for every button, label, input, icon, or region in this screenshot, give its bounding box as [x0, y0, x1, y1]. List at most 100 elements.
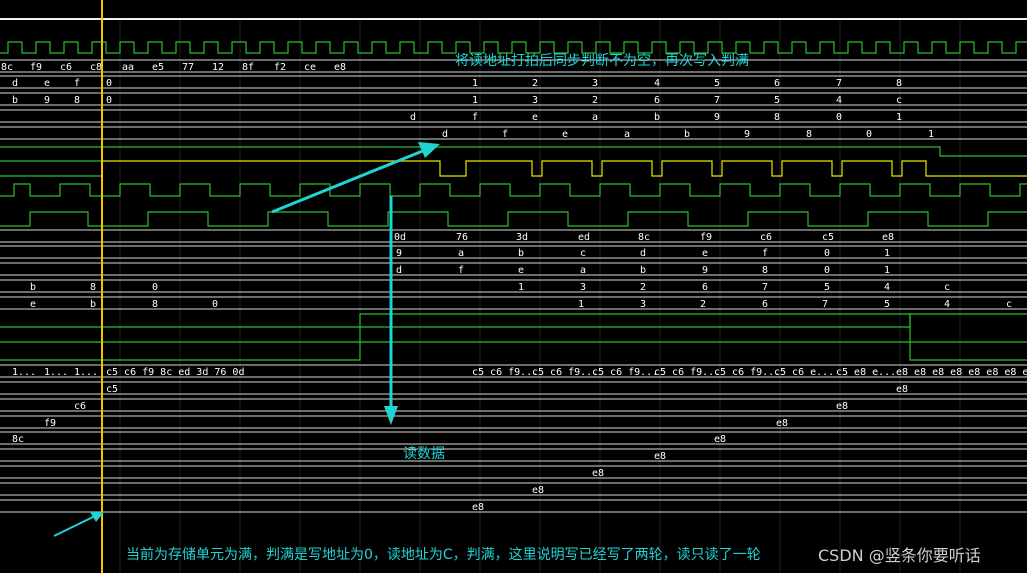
bus-value: 1 — [518, 282, 524, 293]
bus-value: 3 — [592, 78, 598, 89]
bus-value: e8 — [882, 232, 894, 243]
bus-value: 8c — [1, 62, 13, 73]
bus-value: e — [532, 112, 538, 123]
bus-value: ed — [578, 232, 590, 243]
bus-value: f9 — [700, 232, 712, 243]
bus-value: c6 — [760, 232, 772, 243]
bus-value: c8 — [90, 62, 102, 73]
bit-signals — [0, 146, 1027, 361]
bus-value: c5 c6 e... — [774, 367, 834, 378]
bus-value: c6 — [74, 401, 86, 412]
bus-value: 1 — [884, 265, 890, 276]
bus-value: 8f — [242, 62, 254, 73]
bus-value: 4 — [654, 78, 660, 89]
bus-value: 1... — [74, 367, 98, 378]
bus-value: aa — [122, 62, 134, 73]
bus-value: 5 — [774, 95, 780, 106]
bus-value: d — [12, 78, 18, 89]
watermark: CSDN @竖条你要听话 — [818, 546, 981, 565]
bus-value: 7 — [822, 299, 828, 310]
bus-value: e — [44, 78, 50, 89]
bus-value: 7 — [762, 282, 768, 293]
bus-value: c5 c6 f9... — [714, 367, 780, 378]
bus-value: 1... — [12, 367, 36, 378]
bus-value: b — [12, 95, 18, 106]
bus-value: 0 — [824, 248, 830, 259]
bus-value: 8c — [12, 434, 24, 445]
bottom-annotation: 当前为存储单元为满，判满是写地址为0，读地址为C，判满，这里说明写已经写了两轮，… — [126, 547, 761, 563]
bus-value: 7 — [836, 78, 842, 89]
bus-value: c — [580, 248, 586, 259]
bus-value: e8 — [776, 418, 788, 429]
bus-value: 8 — [774, 112, 780, 123]
annotation-arrows — [53, 142, 440, 537]
bus-value: 76 — [456, 232, 468, 243]
bus-value: 2 — [700, 299, 706, 310]
bus-value: f9 — [30, 62, 42, 73]
bus-value: a — [458, 248, 464, 259]
bus-value: b — [30, 282, 36, 293]
bus-value: 5 — [714, 78, 720, 89]
waveform-viewer[interactable]: 8c f9 c6 c8 aa e5 77 12 8f f2 ce e8 d e … — [0, 0, 1027, 573]
bus-value: f — [472, 112, 478, 123]
bus-value: c5 c6 f9... — [654, 367, 720, 378]
bus-value: 9 — [744, 129, 750, 140]
bus-value: e5 — [152, 62, 164, 73]
bus-value: 0 — [824, 265, 830, 276]
bus-value: 1 — [472, 95, 478, 106]
bus-value: 3 — [580, 282, 586, 293]
bus-value: 1... — [44, 367, 68, 378]
bus-value: 5 — [884, 299, 890, 310]
bus-value: c5 c6 f9... — [532, 367, 598, 378]
bus-value: 3 — [640, 299, 646, 310]
bus-value: d — [410, 112, 416, 123]
bus-value: 8 — [806, 129, 812, 140]
bus-value: c — [896, 95, 902, 106]
bus-value: 4 — [884, 282, 890, 293]
bus-value: 3d — [516, 232, 528, 243]
bus-value: d — [442, 129, 448, 140]
bus-value: 77 — [182, 62, 194, 73]
bus-value: f — [458, 265, 464, 276]
bus-value: c6 — [60, 62, 72, 73]
bus-value: e — [518, 265, 524, 276]
bus-value: 8 — [74, 95, 80, 106]
bus-value: 0 — [212, 299, 218, 310]
bus-value: 9 — [714, 112, 720, 123]
bus-value: a — [580, 265, 586, 276]
bus-value: e8 — [654, 451, 666, 462]
bus-value: f — [74, 78, 80, 89]
bus-value: 2 — [532, 78, 538, 89]
bus-value: 8 — [90, 282, 96, 293]
bus-value: 6 — [774, 78, 780, 89]
bus-value: c5 c6 f9... — [592, 367, 658, 378]
bus-value: 1 — [578, 299, 584, 310]
bus-value: e8 — [896, 384, 908, 395]
bus-value: e8 — [592, 468, 604, 479]
bus-value: 1 — [928, 129, 934, 140]
bus-value: 9 — [702, 265, 708, 276]
bus-value: a — [592, 112, 598, 123]
bus-value: f2 — [274, 62, 286, 73]
bus-value: c5 c6 f9 8c ed 3d 76 0d — [106, 367, 244, 378]
bus-value: c5 — [822, 232, 834, 243]
bus-value: 12 — [212, 62, 224, 73]
bus-value: c5 c6 f9... — [472, 367, 538, 378]
bus-value: e8 — [334, 62, 346, 73]
bus-value: f9 — [44, 418, 56, 429]
bus-value: 4 — [944, 299, 950, 310]
bus-value: 0d — [394, 232, 406, 243]
bus-value: ce — [304, 62, 316, 73]
bus-value: c — [944, 282, 950, 293]
bus-value: b — [640, 265, 646, 276]
bus-value: f — [502, 129, 508, 140]
bus-value: 2 — [592, 95, 598, 106]
bus-value: 6 — [654, 95, 660, 106]
bus-value: f — [762, 248, 768, 259]
bus-value: 3 — [532, 95, 538, 106]
bus-value: 8 — [152, 299, 158, 310]
bus-value: 7 — [714, 95, 720, 106]
bus-value: 8c — [638, 232, 650, 243]
bus-value: d — [640, 248, 646, 259]
bus-value: d — [396, 265, 402, 276]
